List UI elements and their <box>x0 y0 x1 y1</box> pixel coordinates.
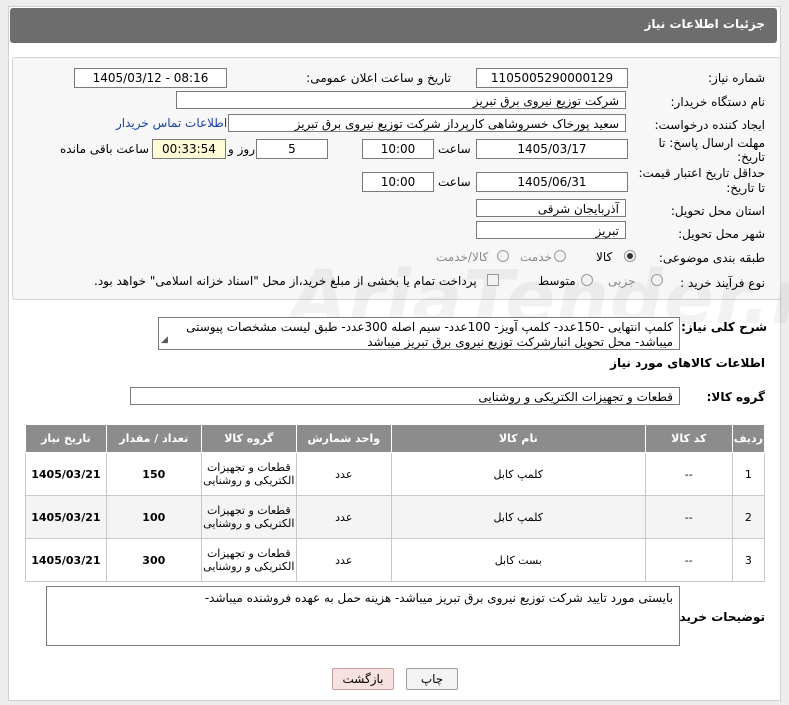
items-table: ردیف کد کالا نام کالا واحد شمارش گروه کا… <box>25 424 766 582</box>
goods-section-title: اطلاعات کالاهای مورد نیاز <box>610 356 765 370</box>
city-label: شهر محل تحویل: <box>678 227 765 241</box>
creator-label: ایجاد کننده درخواست: <box>654 118 765 132</box>
cell-date: 1405/03/21 <box>25 495 107 539</box>
cell-unit: عدد <box>295 452 392 496</box>
process-option-medium: متوسط <box>538 274 576 288</box>
deadline-label-2: تاریخ: <box>737 150 765 164</box>
goods-group-field: قطعات و تجهیزات الکتریکی و روشنایی <box>130 387 680 405</box>
remaining-label: ساعت باقی مانده <box>60 142 150 156</box>
process-radio-medium[interactable] <box>581 274 593 286</box>
category-option-goods-service: کالا/خدمت <box>436 250 489 264</box>
summary-text: کلمپ انتهایی -150عدد- کلمپ آویز- 100عدد-… <box>186 320 673 349</box>
page-header: جزئیات اطلاعات نیاز <box>10 8 777 43</box>
col-name: نام کالا <box>390 424 646 453</box>
buyer-notes-text: بایستی مورد تایید شرکت توزیع نیروی برق ت… <box>204 591 673 605</box>
cell-code: -- <box>644 452 733 496</box>
validity-date-field: 1405/06/31 <box>476 172 628 192</box>
buyer-notes-textarea[interactable]: بایستی مورد تایید شرکت توزیع نیروی برق ت… <box>46 586 680 646</box>
cell-row: 3 <box>731 538 766 582</box>
cell-qty: 150 <box>105 452 202 496</box>
print-button[interactable]: چاپ <box>406 668 458 690</box>
days-label: روز و <box>228 142 255 156</box>
table-row: 2 -- کلمپ کابل عدد قطعات و تجهیزات الکتر… <box>25 495 766 539</box>
cell-group: قطعات و تجهیزات الکتریکی و روشنایی <box>200 495 297 539</box>
goods-group-label: گروه کالا: <box>706 390 765 404</box>
cell-group: قطعات و تجهیزات الکتریکی و روشنایی <box>200 452 297 496</box>
table-row: 1 -- کلمپ کابل عدد قطعات و تجهیزات الکتر… <box>25 452 766 496</box>
treasury-payment-checkbox[interactable] <box>487 274 499 286</box>
cell-date: 1405/03/21 <box>25 452 107 496</box>
table-header-row: ردیف کد کالا نام کالا واحد شمارش گروه کا… <box>25 424 766 453</box>
process-label: نوع فرآیند خرید : <box>680 276 765 290</box>
col-unit: واحد شمارش <box>295 424 392 453</box>
category-radio-service[interactable] <box>554 250 566 262</box>
cell-qty: 100 <box>105 495 202 539</box>
summary-textarea[interactable]: کلمپ انتهایی -150عدد- کلمپ آویز- 100عدد-… <box>158 317 680 350</box>
validity-time-label: ساعت <box>438 175 471 189</box>
days-field: 5 <box>256 139 328 159</box>
cell-unit: عدد <box>295 538 392 582</box>
buyer-field: شرکت توزیع نیروی برق تبریز <box>176 91 626 109</box>
cell-group: قطعات و تجهیزات الکتریکی و روشنایی <box>200 538 297 582</box>
need-number-field: 1105005290000129 <box>476 68 628 88</box>
cell-row: 2 <box>731 495 766 539</box>
deadline-time-label: ساعت <box>438 142 471 156</box>
deadline-time-field: 10:00 <box>362 139 434 159</box>
cell-name: بست کابل <box>390 538 646 582</box>
col-group: گروه کالا <box>200 424 297 453</box>
category-option-service: خدمت <box>520 250 552 264</box>
category-option-goods: کالا <box>596 250 613 264</box>
cell-qty: 300 <box>105 538 202 582</box>
contact-buyer-link[interactable]: اطلاعات تماس خریدار <box>116 116 227 130</box>
category-radio-goods-service[interactable] <box>497 250 509 262</box>
announce-label: تاریخ و ساعت اعلان عمومی: <box>306 71 451 85</box>
province-field: آذربایجان شرقی <box>476 199 626 217</box>
validity-time-field: 10:00 <box>362 172 434 192</box>
cell-row: 1 <box>731 452 766 496</box>
process-option-minor: جزیی <box>608 274 636 288</box>
back-button[interactable]: بازگشت <box>332 668 394 690</box>
table-row: 3 -- بست کابل عدد قطعات و تجهیزات الکتری… <box>25 538 766 582</box>
cell-code: -- <box>644 538 733 582</box>
category-label: طبقه بندی موضوعی: <box>658 251 765 265</box>
col-code: کد کالا <box>644 424 733 453</box>
validity-label-2: تا تاریخ: <box>726 181 765 195</box>
cell-date: 1405/03/21 <box>25 538 107 582</box>
category-radio-goods[interactable] <box>624 250 636 262</box>
cell-unit: عدد <box>295 495 392 539</box>
cell-code: -- <box>644 495 733 539</box>
summary-label: شرح کلی نیاز: <box>681 320 767 334</box>
province-label: استان محل تحویل: <box>670 204 765 218</box>
need-number-label: شماره نیاز: <box>708 71 765 85</box>
page-title: جزئیات اطلاعات نیاز <box>644 17 765 31</box>
cell-name: کلمپ کابل <box>390 495 646 539</box>
deadline-label: مهلت ارسال پاسخ: تا <box>658 136 765 150</box>
resize-handle-icon[interactable]: ◢ <box>161 333 168 348</box>
cell-name: کلمپ کابل <box>390 452 646 496</box>
col-row: ردیف <box>731 424 766 453</box>
treasury-payment-note: پرداخت تمام یا بخشی از مبلغ خرید،از محل … <box>94 274 477 288</box>
creator-field: سعید پورخاک خسروشاهی کارپرداز شرکت توزیع… <box>228 114 626 132</box>
remaining-time-field: 00:33:54 <box>152 139 226 159</box>
city-field: تبریز <box>476 221 626 239</box>
process-radio-minor[interactable] <box>651 274 663 286</box>
col-qty: تعداد / مقدار <box>105 424 202 453</box>
announce-field: 1405/03/12 - 08:16 <box>74 68 227 88</box>
deadline-date-field: 1405/03/17 <box>476 139 628 159</box>
validity-label: حداقل تاریخ اعتبار قیمت: <box>638 166 765 180</box>
buyer-label: نام دستگاه خریدار: <box>670 95 766 109</box>
col-date: تاریخ نیاز <box>25 424 107 453</box>
